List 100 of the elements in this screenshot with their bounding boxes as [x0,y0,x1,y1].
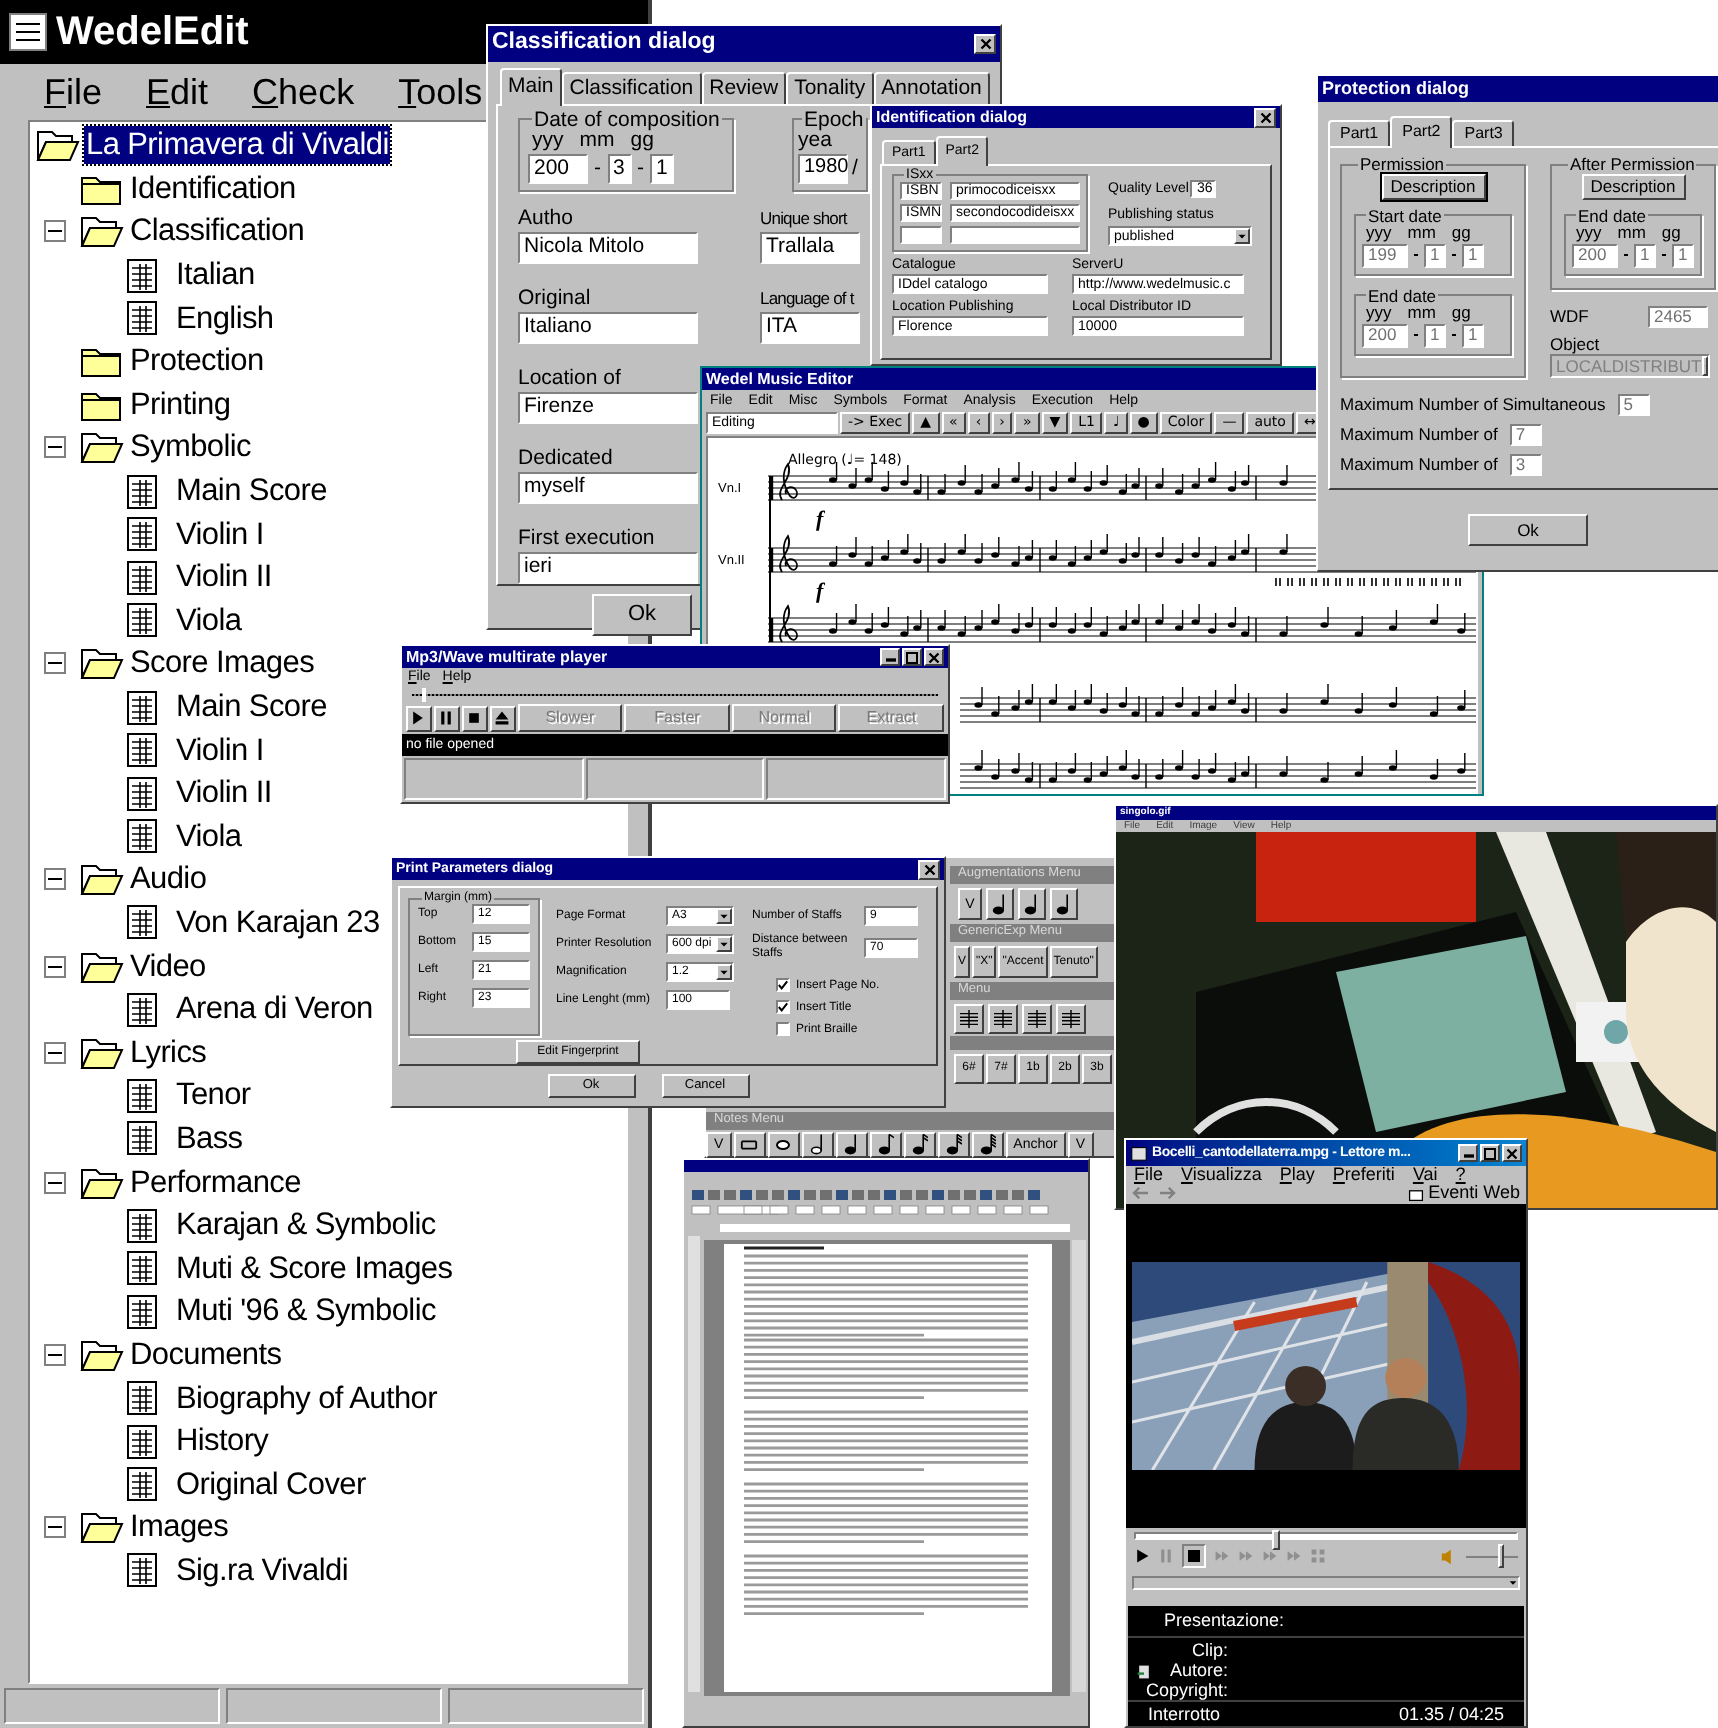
tree-item[interactable]: Main Score [174,472,329,511]
expander-box[interactable] [44,1343,66,1366]
tree-item[interactable]: Images [128,1508,231,1547]
text-field[interactable]: 200 [528,153,588,183]
text-field[interactable] [900,226,942,244]
palette-button[interactable] [954,1003,984,1033]
tree-item[interactable]: Symbolic [128,428,253,467]
text-field[interactable]: 3 [607,153,631,183]
tree-item[interactable]: Viola [174,817,244,856]
close-button[interactable] [1502,1144,1522,1162]
note-button[interactable] [801,1131,834,1157]
expander-box[interactable] [44,1516,66,1539]
push-button[interactable]: Description [1581,173,1685,199]
palette-button[interactable] [1018,888,1046,920]
text-field[interactable]: myself [518,471,698,503]
palette-button[interactable] [988,1003,1018,1033]
tree-item[interactable]: Main Score [174,688,329,727]
tree-item[interactable]: Printing [128,385,233,424]
text-field[interactable]: 1 [1424,243,1446,267]
text-field[interactable]: 1 [1462,243,1484,267]
tree-item[interactable]: Arena di Veron [174,990,375,1029]
tree-item[interactable]: Violin I [174,515,266,554]
tab[interactable]: Review [701,72,787,103]
tree-item[interactable]: La Primavera di Vivaldi [84,126,391,165]
tree-item[interactable]: Biography of Author [174,1379,439,1418]
tree-item[interactable]: Score Images [128,644,317,683]
tree-item[interactable]: Audio [128,860,209,899]
tree-item[interactable]: Violin II [174,558,274,597]
text-field[interactable]: 200 [1362,323,1408,347]
text-field[interactable]: 1 [650,153,674,183]
expander-box[interactable] [44,955,66,978]
close-button[interactable] [1254,107,1276,127]
position-slider[interactable] [412,686,938,704]
text-field[interactable]: 1 [1462,323,1484,347]
tree-item[interactable]: Video [128,947,208,986]
transport-button[interactable] [461,705,488,731]
tree-item[interactable]: Protection [128,342,266,381]
minimize-button[interactable] [880,648,900,666]
menu-item[interactable]: Edit [146,74,209,110]
tree-item[interactable]: Identification [128,169,298,208]
text-field[interactable]: 2465 [1648,305,1708,327]
tree-item[interactable]: Violin II [174,774,274,813]
palette-button[interactable] [986,888,1014,920]
link-button[interactable]: Eventi Web [1428,1184,1520,1203]
tree-item[interactable]: Tenor [174,1076,253,1115]
text-field[interactable]: 200 [1572,243,1618,267]
tab[interactable]: Main [500,68,562,105]
tree-item[interactable]: Original Cover [174,1465,368,1504]
checkbox[interactable] [776,1022,790,1036]
tab[interactable]: Classification [561,72,702,103]
expander-box[interactable] [44,868,66,891]
menu-item[interactable]: ? [1455,1166,1466,1184]
transport-button[interactable] [406,705,432,731]
play-icon[interactable] [1134,1548,1150,1564]
tree-item[interactable]: English [174,299,276,338]
note-button[interactable] [869,1131,902,1157]
push-button[interactable]: Ok [592,594,692,636]
minimize-button[interactable] [1458,1144,1478,1162]
expander-box[interactable] [44,220,66,243]
tree-item[interactable]: Von Karajan 23 [174,903,382,942]
tree-item[interactable]: Italian [174,256,257,295]
text-field[interactable]: 1980 [798,153,848,183]
stop-button[interactable] [1182,1544,1206,1568]
text-field[interactable]: ieri [518,551,698,583]
text-field[interactable]: 5 [1617,394,1650,416]
expander-box[interactable] [44,1041,66,1064]
text-field[interactable]: Trallala [760,231,860,263]
expander-box[interactable] [44,652,66,675]
transport-button[interactable] [489,705,516,731]
slider-thumb[interactable] [1272,1529,1281,1550]
text-field[interactable]: 7 [1509,424,1542,446]
text-field[interactable]: 3 [1509,454,1542,476]
maximize-button[interactable] [902,648,922,666]
text-field[interactable]: Italiano [518,311,698,343]
volume-slider[interactable] [1466,1544,1518,1568]
text-field[interactable]: ITA [760,311,860,343]
tree-item[interactable]: Sig.ra Vivaldi [174,1551,350,1590]
expander-box[interactable] [44,436,66,459]
tree-item[interactable]: Lyrics [128,1033,209,1072]
close-button[interactable] [918,859,940,879]
tree-item[interactable]: Muti & Score Images [174,1249,455,1288]
note-button[interactable] [767,1131,800,1157]
note-button[interactable] [937,1131,970,1157]
text-field[interactable]: 1 [1634,243,1656,267]
tree-item[interactable]: Classification [128,212,307,251]
tree-item[interactable]: Performance [128,1163,303,1202]
transport-button[interactable] [433,705,460,731]
menu-item[interactable]: Tools [398,74,483,110]
close-button[interactable] [974,34,996,54]
text-field[interactable]: 1 [1424,323,1446,347]
checkbox[interactable] [776,978,790,992]
tree-item[interactable]: Karajan & Symbolic [174,1206,438,1245]
checkbox[interactable] [776,1000,790,1014]
menu-item[interactable]: Preferiti [1332,1166,1395,1184]
note-button[interactable] [733,1131,766,1157]
note-button[interactable] [835,1131,868,1157]
maximize-button[interactable] [1480,1144,1500,1162]
push-button[interactable]: Ok [1468,514,1588,546]
tab[interactable]: Part2 [1390,116,1453,148]
tab[interactable]: Part3 [1452,120,1515,146]
